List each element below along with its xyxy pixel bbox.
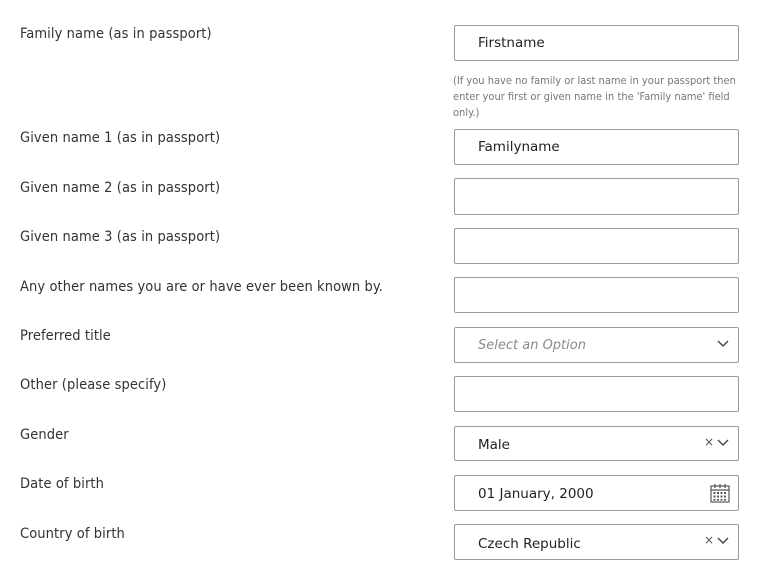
family-name-hint: (If you have no family or last name in y… bbox=[453, 74, 736, 119]
close-icon[interactable]: × bbox=[704, 533, 714, 547]
close-icon[interactable]: × bbox=[704, 435, 714, 449]
chevron-down-icon[interactable] bbox=[716, 437, 730, 449]
given-name-1-field[interactable]: Familyname bbox=[454, 129, 739, 165]
chevron-down-icon[interactable] bbox=[716, 535, 730, 547]
other-specify-label: Other (please specify) bbox=[20, 377, 167, 393]
gender-value: Male bbox=[478, 437, 510, 453]
country-of-birth-label: Country of birth bbox=[20, 526, 125, 542]
family-name-field[interactable]: Firstname bbox=[454, 25, 739, 61]
gender-select[interactable]: Male × bbox=[454, 426, 739, 461]
family-name-value: Firstname bbox=[478, 35, 545, 51]
calendar-icon[interactable] bbox=[710, 483, 730, 503]
date-of-birth-label: Date of birth bbox=[20, 476, 104, 492]
given-name-1-value: Familyname bbox=[478, 139, 560, 155]
given-name-3-field[interactable] bbox=[454, 228, 739, 264]
given-name-2-label: Given name 2 (as in passport) bbox=[20, 180, 221, 196]
preferred-title-select[interactable]: Select an Option bbox=[454, 327, 739, 363]
preferred-title-placeholder: Select an Option bbox=[478, 338, 586, 353]
given-name-1-label: Given name 1 (as in passport) bbox=[20, 130, 221, 146]
date-of-birth-value: 01 January, 2000 bbox=[478, 486, 594, 502]
other-names-field[interactable] bbox=[454, 277, 739, 313]
date-of-birth-field[interactable]: 01 January, 2000 bbox=[454, 475, 739, 511]
preferred-title-label: Preferred title bbox=[20, 328, 111, 344]
other-specify-field[interactable] bbox=[454, 376, 739, 412]
gender-label: Gender bbox=[20, 427, 69, 443]
given-name-2-field[interactable] bbox=[454, 178, 739, 215]
other-names-label: Any other names you are or have ever bee… bbox=[20, 279, 383, 295]
country-of-birth-select[interactable]: Czech Republic × bbox=[454, 524, 739, 560]
chevron-down-icon[interactable] bbox=[716, 338, 730, 350]
given-name-3-label: Given name 3 (as in passport) bbox=[20, 229, 221, 245]
country-of-birth-value: Czech Republic bbox=[478, 536, 581, 552]
family-name-label: Family name (as in passport) bbox=[20, 26, 212, 42]
